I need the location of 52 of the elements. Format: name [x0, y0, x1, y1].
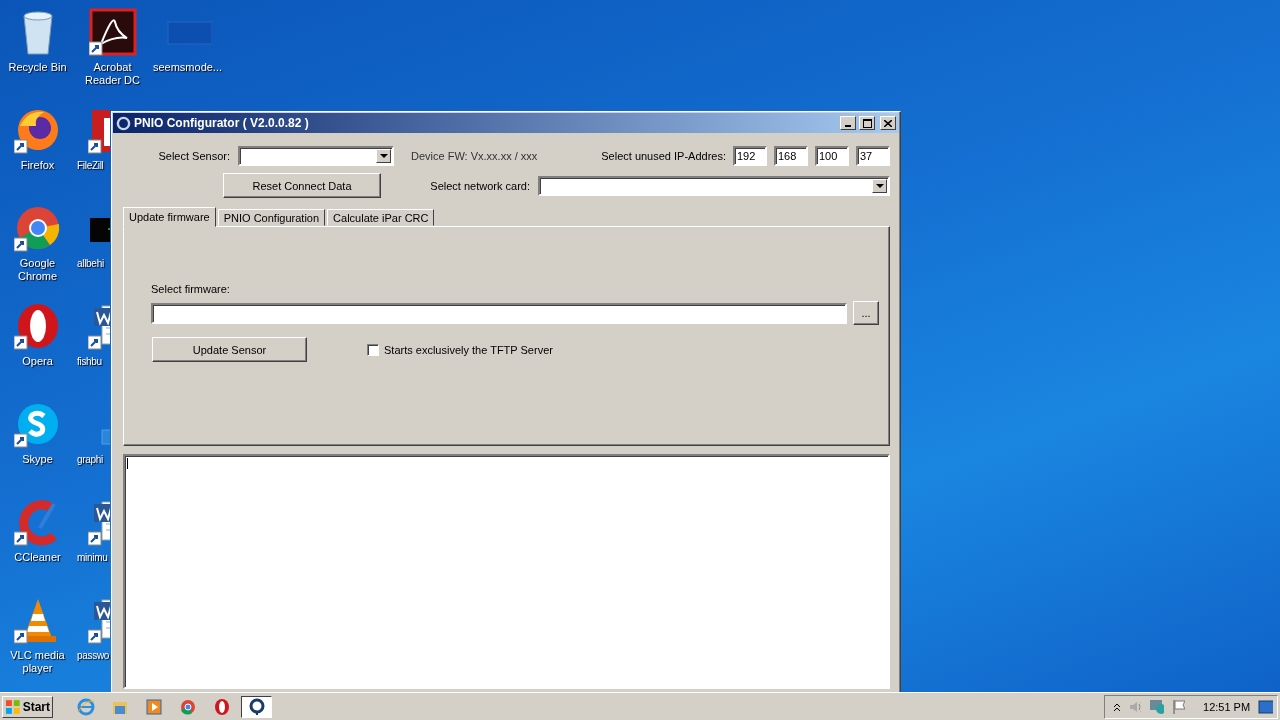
windows-logo-icon — [5, 698, 21, 715]
icon-label: passwo — [77, 649, 110, 662]
icon-label: VLC media player — [9, 649, 66, 675]
browse-button[interactable]: ... — [853, 301, 879, 325]
ip-octet-field[interactable]: 100 — [815, 146, 849, 166]
tftp-label: Starts exclusively the TFTP Server — [384, 343, 553, 356]
ip-octet-field[interactable]: 192 — [733, 146, 767, 166]
sensor-label: Select Sensor: — [157, 150, 230, 162]
show-desktop-icon[interactable] — [1258, 699, 1274, 714]
chevron-up-icon[interactable] — [1113, 701, 1120, 712]
icon-label: Acrobat Reader DC — [84, 61, 141, 87]
clock-text[interactable]: 12:51 PM — [1203, 700, 1251, 713]
icon-label: fishbu — [77, 355, 102, 368]
icon-label: Recycle Bin — [8, 61, 67, 74]
icon-label: CCleaner — [14, 551, 61, 564]
firmware-path-field[interactable] — [151, 302, 847, 324]
chrome-icon[interactable] — [13, 204, 62, 252]
device-fw-text: Device FW: Vx.xx.xx / xxx — [411, 150, 538, 162]
network-card-dropdown[interactable] — [538, 175, 890, 196]
maximize-button[interactable] — [859, 116, 875, 130]
sensor-dropdown[interactable] — [238, 146, 394, 166]
update-sensor-button[interactable]: Update Sensor — [152, 337, 307, 362]
firmware-label: Select firmware: — [151, 283, 231, 295]
icon-label: Google Chrome — [16, 257, 59, 283]
icon-label: Opera — [22, 355, 53, 368]
minimize-button[interactable] — [840, 116, 856, 130]
tab[interactable]: PNIO Configuration — [217, 209, 326, 226]
start-button[interactable]: Start — [2, 695, 53, 718]
window-title: PNIO Configurator ( V2.0.0.82 ) — [134, 116, 310, 130]
network-card-label: Select network card: — [430, 179, 530, 192]
icon-label: FileZill — [77, 159, 104, 172]
icon-label: seemsmode... — [152, 61, 223, 74]
maximize-icon — [862, 118, 872, 128]
icon-label: minimu — [77, 551, 108, 564]
icon-label: Skype — [22, 453, 53, 466]
taskbar-button[interactable] — [241, 695, 272, 718]
icon-label: graphi — [77, 453, 103, 466]
flag-icon[interactable] — [1171, 698, 1186, 715]
ip-address-label: Select unused IP-Addres: — [601, 150, 726, 162]
ip-octet-field[interactable]: 168 — [774, 146, 808, 166]
close-button[interactable] — [880, 116, 896, 130]
reset-connect-data-button[interactable]: Reset Connect Data — [223, 173, 381, 198]
ip-octet-field[interactable]: 37 — [856, 146, 890, 166]
tftp-checkbox[interactable] — [367, 343, 379, 356]
acrobat-icon[interactable] — [88, 8, 137, 56]
icon-label: allbehi — [77, 257, 104, 270]
ring-icon[interactable] — [247, 697, 266, 716]
tab[interactable]: Calculate iPar CRC — [327, 209, 435, 226]
tab[interactable]: Update firmware — [123, 207, 216, 227]
ring-icon — [116, 115, 131, 131]
close-icon — [884, 119, 892, 127]
icon-label: Firefox — [20, 159, 55, 172]
